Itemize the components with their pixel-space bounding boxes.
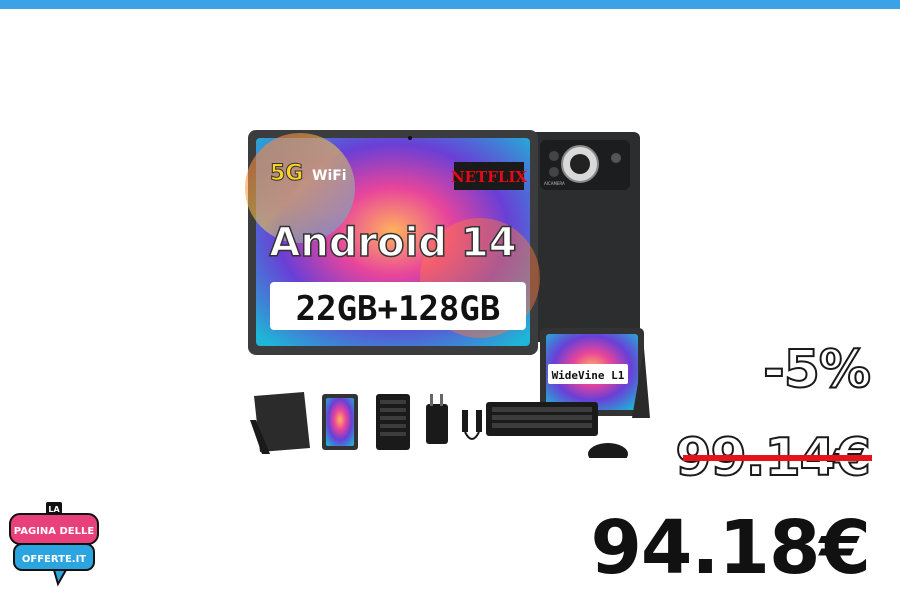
os-label: Android 14 — [269, 220, 516, 266]
badge-5g: 5G — [270, 161, 303, 186]
old-price-strike — [683, 455, 872, 461]
svg-text:OFFERTE.IT: OFFERTE.IT — [22, 554, 86, 565]
top-accent-bar — [0, 0, 900, 9]
netflix-logo: NETFLIX — [451, 168, 528, 186]
site-logo: LA PAGINA DELLE OFFERTE.IT — [9, 502, 99, 587]
product-image: AICAMERA 5G WiFi NETFLIX Android 14 22GB… — [245, 130, 650, 458]
badge-wifi: WiFi — [312, 168, 347, 184]
svg-text:PAGINA DELLE: PAGINA DELLE — [14, 526, 95, 537]
camera-label: AICAMERA — [544, 181, 565, 186]
svg-text:LA: LA — [48, 505, 60, 514]
widevine-label: WideVine L1 — [552, 369, 625, 382]
tablet-back: AICAMERA — [526, 132, 640, 342]
discount-badge: -5% — [762, 339, 872, 401]
accessories-row — [250, 392, 482, 454]
memory-label: 22GB+128GB — [296, 289, 501, 329]
new-price: 94.18€ — [590, 505, 871, 591]
tablet-front: 5G WiFi NETFLIX Android 14 22GB+128GB — [245, 130, 540, 355]
